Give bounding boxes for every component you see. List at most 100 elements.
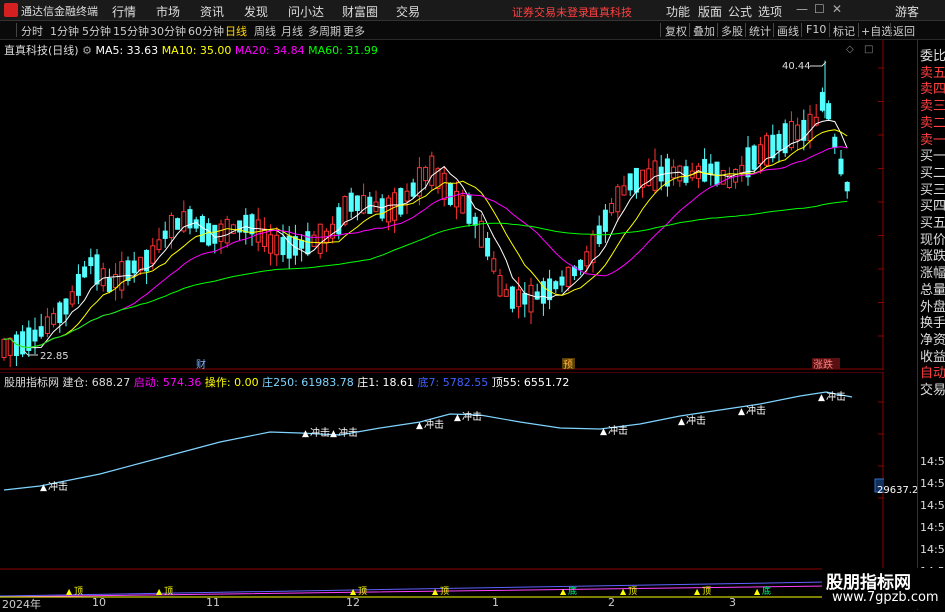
multi-stock-button[interactable]: 多股 [721,23,743,39]
di7-value: 底7: 5782.55 [417,376,489,389]
settings-icon[interactable]: ⚙ [82,44,92,57]
candle-body [224,218,230,244]
date-tick: 1 [492,596,499,609]
menu-shichang[interactable]: 市场 [156,3,180,20]
candle-body [348,192,354,212]
tab-more[interactable]: 更多 [343,23,365,39]
candle-body [212,224,218,244]
candle-body [460,195,466,214]
signal-strip-chart[interactable]: ▲ 顶 ▲ 顶 ▲ 顶 ▲ 顶 ▲ 底 ▲ 顶 ▲ 顶 ▲ 底 [0,572,884,598]
menu-faxian[interactable]: 发现 [244,3,268,20]
menu-jiaoyi[interactable]: 交易 [396,3,420,20]
diamond-icon[interactable]: ◇ [846,44,854,55]
impact-signal-label: 冲击 [462,410,482,423]
candle-body [615,186,621,213]
candle-body [88,257,94,267]
date-tick: 3 [729,596,736,609]
candle-body [528,284,534,313]
candle-body [819,92,825,111]
candle-body [807,113,813,142]
separator [717,23,718,37]
impact-triangle-icon: ▲ [818,393,825,403]
panel-close-icon[interactable]: □ [864,44,873,55]
menu-hangqing[interactable]: 行情 [112,3,136,20]
tab-monthly[interactable]: 月线 [281,23,303,39]
kline-chart[interactable]: 40.0038.0036.0034.0032.0030.0028.0026.00… [0,40,884,370]
candle-body [497,275,503,297]
tab-30min[interactable]: 30分钟 [150,23,186,39]
menu-bar: 通达信金融终端 行情 市场 资讯 发现 问小达 财富圈 交易 证券交易未登录 直… [0,0,945,21]
candle-body [206,223,212,246]
tab-5min[interactable]: 5分钟 [82,23,111,39]
impact-signal-label: 冲击 [746,404,766,417]
strip-signal-label: 顶 [164,586,173,597]
menu-gongshi[interactable]: 公式 [728,3,752,20]
menu-zixun[interactable]: 资讯 [200,3,224,20]
side-panel-label[interactable]: 自动 [920,365,945,383]
tab-1min[interactable]: 1分钟 [50,23,79,39]
menu-xuanxiang[interactable]: 选项 [758,3,782,20]
overlay-button[interactable]: 叠加 [693,23,715,39]
impact-triangle-icon: ▲ [416,421,423,431]
candle-body [398,188,404,215]
candle-body [69,291,75,305]
side-panel-label: 净资 [920,332,945,348]
strip-signal-label: 顶 [702,586,711,597]
f10-button[interactable]: F10 [806,23,826,36]
impact-signal-label: 冲击 [608,424,628,437]
maximize-icon[interactable]: ☐ [814,2,825,16]
tab-15min[interactable]: 15分钟 [113,23,149,39]
zhangdie-marker[interactable]: 涨跌 [813,358,833,370]
time-label: 14:56 [920,521,945,534]
side-panel-label: 卖二 [920,115,945,131]
zhuang250-value: 庄250: 61983.78 [262,376,354,389]
cai-marker[interactable]: 财 [196,358,206,370]
watermark: 股朋指标网 www.7gpzb.com [822,568,945,609]
tab-weekly[interactable]: 周线 [254,23,276,39]
candle-body [82,266,88,278]
candle-body [125,260,131,282]
side-panel-label: 买四 [920,199,945,215]
draw-line-button[interactable]: 画线 [777,23,799,39]
candle-body [776,133,782,151]
candle-body [317,223,323,254]
impact-signal-label: 冲击 [826,390,846,403]
candle-body [44,316,50,334]
tab-60min[interactable]: 60分钟 [188,23,224,39]
indicator-legend: 股朋指标网 建仓: 688.27 启动: 574.36 操作: 0.00 庄25… [4,374,569,390]
tab-fenshi[interactable]: 分时 [21,23,43,39]
trade-login-notice[interactable]: 证券交易未登录 [512,4,589,20]
menu-wenxiaoda[interactable]: 问小达 [288,3,324,20]
candle-body [32,329,38,342]
candle-body [1,338,7,358]
candle-body [602,209,608,232]
yu-marker[interactable]: 预 [563,359,573,370]
add-favorite-button[interactable]: +自选 [861,23,892,39]
fuquan-button[interactable]: 复权 [665,23,687,39]
indicator-line [3,391,853,491]
minimize-icon[interactable]: — [796,2,808,16]
menu-caifuquan[interactable]: 财富圈 [342,3,378,20]
indicator-chart[interactable]: ▲冲击▲冲击▲冲击▲冲击▲冲击▲冲击▲冲击▲冲击▲冲击 600005000040… [0,372,884,570]
close-icon[interactable]: ✕ [832,2,842,16]
candle-body [131,260,137,274]
separator [16,23,17,37]
tab-daily[interactable]: 日线 [225,23,247,39]
side-panel-label: 涨跌 [920,249,945,265]
stats-button[interactable]: 统计 [749,23,771,39]
candle-body [565,266,571,287]
impact-triangle-icon: ▲ [302,429,309,439]
candle-body [261,228,267,248]
separator [689,23,690,37]
side-panel-label[interactable]: 交易 [920,382,945,400]
moving-averages [3,119,848,349]
back-button[interactable]: 返回 [893,23,915,39]
guest-label[interactable]: 游客 [895,3,919,20]
candle-body [522,292,528,305]
menu-gongneng[interactable]: 功能 [666,3,690,20]
tab-multi-period[interactable]: 多周期 [308,23,341,39]
candle-body [280,237,286,256]
mark-button[interactable]: 标记 [833,23,855,39]
candle-body [683,166,689,183]
menu-banmian[interactable]: 版面 [698,3,722,20]
